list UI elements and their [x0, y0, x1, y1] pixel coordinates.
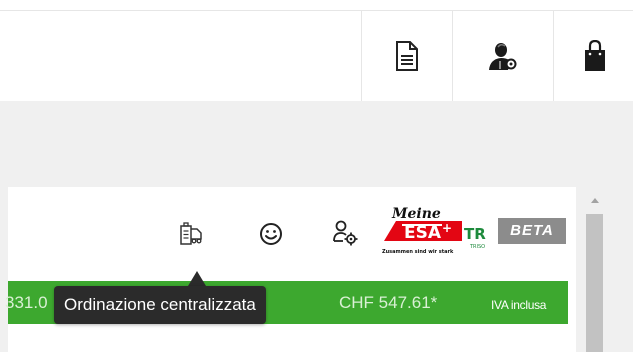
central-order-button[interactable] — [177, 220, 207, 248]
price-left: 331.0 — [5, 293, 48, 312]
vat-label: IVA inclusa — [491, 298, 547, 312]
header-bar — [0, 11, 633, 101]
feedback-button[interactable] — [256, 220, 286, 248]
cart-button[interactable] — [554, 11, 633, 101]
shopping-bag-icon — [585, 40, 605, 71]
logo-tagline: Zusammen sind wir stark — [382, 249, 454, 255]
tooltip-arrow — [188, 271, 206, 286]
price-total: CHF 547.61* — [339, 293, 438, 312]
document-icon — [396, 41, 418, 71]
smiley-icon — [260, 223, 282, 245]
page: Meine ESA + TR TRISO Zusammen sind wir s… — [0, 0, 633, 352]
scrollbar-thumb[interactable] — [586, 214, 603, 352]
logo-plus: + — [442, 221, 452, 235]
beta-badge: BETA — [498, 218, 566, 244]
central-order-icon — [180, 222, 202, 245]
meine-esa-logo[interactable]: Meine ESA + TR TRISO Zusammen sind wir s… — [378, 203, 492, 261]
documents-button[interactable] — [362, 11, 452, 101]
user-gear-icon — [333, 220, 358, 246]
logo-partner-sub: TRISO — [469, 244, 485, 250]
tooltip: Ordinazione centralizzata — [54, 286, 266, 324]
scroll-up-arrow-icon — [590, 197, 599, 203]
account-button[interactable] — [453, 11, 553, 101]
scroll-up-button[interactable] — [583, 190, 606, 210]
user-settings-icon — [489, 43, 517, 70]
user-settings-button[interactable] — [330, 218, 360, 248]
logo-partner: TR — [464, 225, 486, 243]
logo-line1: Meine — [391, 206, 441, 222]
